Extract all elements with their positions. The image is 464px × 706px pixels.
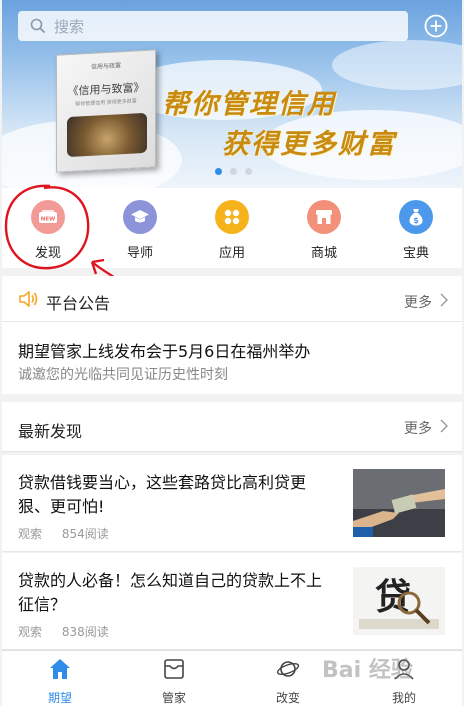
notice-item[interactable]: 期望管家上线发布会于5月6日在福州举办 诚邀您的光临共同见证历史性时刻 xyxy=(2,322,462,394)
carousel-dot[interactable] xyxy=(215,168,222,175)
chevron-right-icon xyxy=(440,419,448,433)
tab-change[interactable]: 改变 xyxy=(258,657,318,706)
chevron-right-icon xyxy=(440,293,448,307)
speaker-icon xyxy=(19,291,38,307)
carousel-dot[interactable] xyxy=(230,168,237,175)
svg-text:NEW: NEW xyxy=(41,217,55,223)
search-icon xyxy=(30,18,46,34)
book-series: 信用与政富 xyxy=(90,62,121,71)
carousel-indicator xyxy=(215,168,252,175)
graduation-cap-icon xyxy=(123,200,157,234)
nav-label: 应用 xyxy=(218,246,245,261)
nav-item-mall[interactable]: 商城 xyxy=(289,200,359,261)
article-reads: 838阅读 xyxy=(61,625,109,639)
banner-carousel[interactable]: 搜索 信用与政富 《信用与致富》 帮你管理信用 获得更多财富 帮你管理信用 获得… xyxy=(2,0,462,188)
nav-item-guide[interactable]: $ 宝典 xyxy=(381,200,451,261)
book-photo xyxy=(67,112,147,158)
quick-nav: NEW 发现 导师 应用 商城 $ 宝典 xyxy=(2,188,462,268)
article-item[interactable]: 贷款借钱要当心，这些套路贷比高利贷更狠、更可怕! 观索 854阅读 xyxy=(2,455,462,552)
apps-grid-icon xyxy=(215,200,249,234)
svg-text:$: $ xyxy=(413,216,419,225)
tab-label: 期望 xyxy=(47,691,72,705)
article-title: 贷款的人必备！怎么知道自己的贷款上不上征信？ xyxy=(18,571,323,614)
article-source: 观索 xyxy=(18,625,43,639)
nav-item-apps[interactable]: 应用 xyxy=(197,200,267,261)
tab-label: 我的 xyxy=(391,691,416,705)
tab-manager[interactable]: 管家 xyxy=(144,657,204,706)
tab-home[interactable]: 期望 xyxy=(30,657,90,706)
search-placeholder: 搜索 xyxy=(54,17,85,36)
home-icon xyxy=(50,659,70,679)
new-badge-icon: NEW xyxy=(31,200,65,234)
notice-more-link[interactable]: 更多 xyxy=(404,292,432,312)
tab-label: 管家 xyxy=(161,691,186,705)
add-icon[interactable] xyxy=(424,14,448,38)
tab-mine[interactable]: 我的 xyxy=(374,657,434,706)
discoveries-more-link[interactable]: 更多 xyxy=(404,418,432,438)
article-title: 贷款借钱要当心，这些套路贷比高利贷更狠、更可怕! xyxy=(18,473,307,516)
inbox-icon xyxy=(164,659,184,679)
store-icon xyxy=(307,200,341,234)
bottom-tab-bar: 期望 管家 改变 我的 xyxy=(2,650,462,706)
article-meta: 观索 838阅读 xyxy=(18,623,125,640)
article-source: 观索 xyxy=(18,527,43,541)
notice-title: 平台公告 xyxy=(46,294,111,313)
notice-header[interactable]: 平台公告 更多 xyxy=(2,276,462,322)
discoveries-header[interactable]: 最新发现 更多 xyxy=(2,402,462,452)
book-cover-image: 信用与政富 《信用与致富》 帮你管理信用 获得更多财富 xyxy=(56,49,156,173)
money-bag-icon: $ xyxy=(399,200,433,234)
article-reads: 854阅读 xyxy=(61,527,109,541)
planet-icon xyxy=(276,661,300,677)
notice-subtitle: 诚邀您的光临共同见证历史性时刻 xyxy=(18,367,228,383)
user-icon xyxy=(394,659,414,680)
article-thumbnail xyxy=(353,469,445,537)
tab-label: 改变 xyxy=(275,691,300,705)
carousel-dot[interactable] xyxy=(245,168,252,175)
nav-label: 宝典 xyxy=(402,246,429,261)
article-thumbnail: 贷 xyxy=(353,567,445,635)
notice-headline: 期望管家上线发布会于5月6日在福州举办 xyxy=(18,342,311,361)
nav-item-discover[interactable]: NEW 发现 xyxy=(13,200,83,261)
article-item[interactable]: 贷款的人必备！怎么知道自己的贷款上不上征信？ 观索 838阅读 贷 xyxy=(2,553,462,650)
banner-slogan-line2: 获得更多财富 xyxy=(222,129,396,160)
banner-slogan-line1: 帮你管理信用 xyxy=(162,89,336,120)
search-bar[interactable]: 搜索 xyxy=(18,11,408,41)
discoveries-title: 最新发现 xyxy=(18,422,83,441)
nav-label: 商城 xyxy=(310,246,337,261)
nav-label: 发现 xyxy=(34,246,61,261)
article-meta: 观索 854阅读 xyxy=(18,525,125,542)
